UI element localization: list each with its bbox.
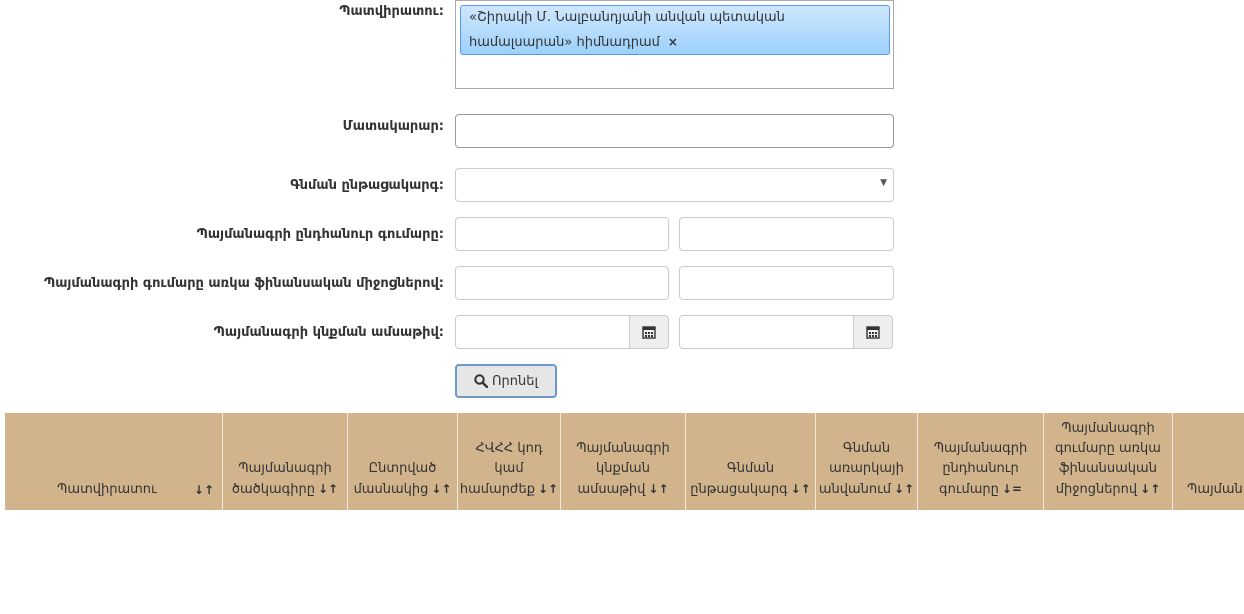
calendar-icon (866, 326, 880, 339)
column-header-contract-total[interactable]: Պայմանագրի ընդհանուր գումարը ↓= (918, 413, 1044, 510)
sort-icon[interactable]: ↓↑ (1140, 482, 1160, 496)
customer-chip-text: «Շիրակի Մ. Նալբանդյանի անվան պետական համ… (469, 10, 785, 50)
column-header-selected-participant[interactable]: Ընտրված մասնակից ↓↑ (348, 413, 458, 510)
contract-total-max-input[interactable] (679, 217, 894, 251)
calendar-icon (642, 326, 656, 339)
supplier-label: Մատակարար: (342, 119, 444, 134)
procurement-label: Գնման ընթացակարգ: (290, 178, 444, 193)
column-header-tax-code[interactable]: ՀՎՀՀ կոդ կամ համարժեք ↓↑ (458, 413, 561, 510)
column-header-contract-available[interactable]: Պայմանագրի գումարը առկա ֆինանսական միջոց… (1044, 413, 1173, 510)
contract-date-from-input[interactable] (455, 315, 630, 349)
contract-date-label: Պայմանագրի կնքման ամսաթիվ: (213, 325, 444, 340)
customer-multiselect[interactable]: «Շիրակի Մ. Նալբանդյանի անվան պետական համ… (455, 0, 894, 89)
column-header-customer[interactable]: Պատվիրատու ↓↑ (5, 413, 223, 510)
column-header-procurement-subject[interactable]: Գնման առարկայի անվանում ↓↑ (816, 413, 918, 510)
column-header-label: Պայմանագրի ընդհանուր գումարը ↓= (933, 441, 1028, 497)
sort-icon[interactable]: ↓↑ (648, 482, 668, 496)
column-header-label: Ընտրված մասնակից ↓↑ (353, 461, 452, 497)
customer-chip: «Շիրակի Մ. Նալբանդյանի անվան պետական համ… (460, 5, 890, 55)
column-header-contract-date[interactable]: Պայմանագրի կնքման ամսաթիվ ↓↑ (561, 413, 686, 510)
procurement-select[interactable]: ▼ (455, 168, 894, 202)
sort-icon[interactable]: ↓↑ (791, 482, 811, 496)
search-icon (474, 374, 488, 388)
contract-total-label: Պայմանագրի ընդհանուր գումարը: (196, 227, 444, 242)
customer-label: Պատվիրատու: (339, 4, 444, 19)
column-header-label: Պատվիրատու (57, 482, 157, 497)
contract-total-min-input[interactable] (455, 217, 669, 251)
column-header-label: Պայման (1187, 482, 1243, 497)
sort-icon[interactable]: ↓↑ (318, 482, 338, 496)
contract-date-to-input[interactable] (679, 315, 854, 349)
results-table-header: Պատվիրատու ↓↑ Պայմանագրի ծածկագիրը ↓↑ Ընտ… (5, 413, 1244, 510)
sort-icon[interactable]: ↓↑ (894, 482, 914, 496)
calendar-button-from[interactable] (629, 315, 669, 349)
column-header-label: Գնման ընթացակարգ ↓↑ (690, 461, 811, 497)
search-button-label: Որոնել (491, 373, 538, 389)
sort-icon[interactable]: ↓↑ (194, 480, 214, 500)
column-header-contract-code[interactable]: Պայմանագրի ծածկագիրը ↓↑ (223, 413, 348, 510)
sort-icon[interactable]: ↓= (1002, 482, 1022, 496)
supplier-input[interactable] (455, 114, 894, 148)
sort-icon[interactable]: ↓↑ (431, 482, 451, 496)
search-button[interactable]: Որոնել (455, 364, 557, 398)
column-header-label: Պայմանագրի ծածկագիրը ↓↑ (231, 461, 339, 497)
column-header-label: Գնման առարկայի անվանում ↓↑ (818, 441, 915, 497)
column-header-label: ՀՎՀՀ կոդ կամ համարժեք ↓↑ (459, 441, 559, 497)
column-header-label: Պայմանագրի կնքման ամսաթիվ ↓↑ (576, 441, 670, 497)
sort-icon[interactable]: ↓↑ (538, 482, 558, 496)
contract-available-label: Պայմանագրի գումարը առկա ֆինանսական միջոց… (43, 276, 444, 291)
column-header-contract-extra[interactable]: Պայման (1173, 413, 1244, 510)
contract-available-min-input[interactable] (455, 266, 669, 300)
column-header-label: Պայմանագրի գումարը առկա ֆինանսական միջոց… (1055, 421, 1161, 497)
contract-available-max-input[interactable] (679, 266, 894, 300)
chevron-down-icon: ▼ (880, 178, 887, 188)
column-header-procurement-procedure[interactable]: Գնման ընթացակարգ ↓↑ (686, 413, 816, 510)
close-icon[interactable]: × (668, 35, 678, 49)
calendar-button-to[interactable] (853, 315, 893, 349)
